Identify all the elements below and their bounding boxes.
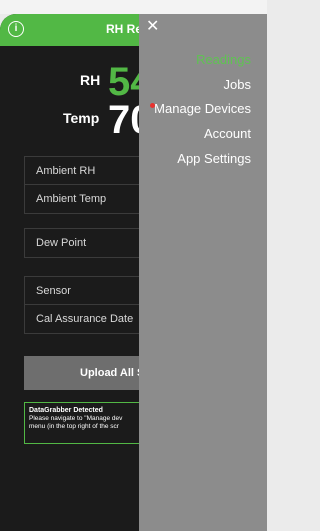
info-icon[interactable]: i xyxy=(8,21,24,37)
menu-item-manage-devices[interactable]: Manage Devices xyxy=(154,101,251,116)
menu-item-app-settings[interactable]: App Settings xyxy=(177,151,251,166)
menu-item-account[interactable]: Account xyxy=(204,126,251,141)
menu-item-readings[interactable]: Readings xyxy=(196,52,251,67)
temp-label: Temp xyxy=(63,110,100,126)
rh-label: RH xyxy=(80,72,101,88)
page-background xyxy=(0,0,267,14)
menu-item-jobs[interactable]: Jobs xyxy=(224,77,251,92)
close-icon[interactable]: ✕ xyxy=(146,19,159,35)
page-title: RH Re xyxy=(106,22,143,36)
